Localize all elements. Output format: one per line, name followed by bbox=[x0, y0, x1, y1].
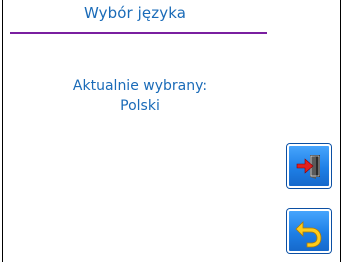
current-language-value: Polski bbox=[120, 98, 160, 114]
exit-door-icon bbox=[296, 155, 320, 179]
page-title: Wybór języka bbox=[83, 4, 187, 22]
language-selection-screen: Wybór języka Aktualnie wybrany: Polski bbox=[0, 0, 346, 262]
current-language-label: Aktualnie wybrany: bbox=[72, 78, 208, 94]
exit-button[interactable] bbox=[287, 144, 331, 188]
title-divider bbox=[10, 32, 267, 34]
frame-left-border bbox=[2, 0, 3, 262]
back-arrow-icon bbox=[295, 221, 322, 248]
back-button[interactable] bbox=[287, 209, 331, 253]
frame-right-border bbox=[340, 0, 341, 262]
